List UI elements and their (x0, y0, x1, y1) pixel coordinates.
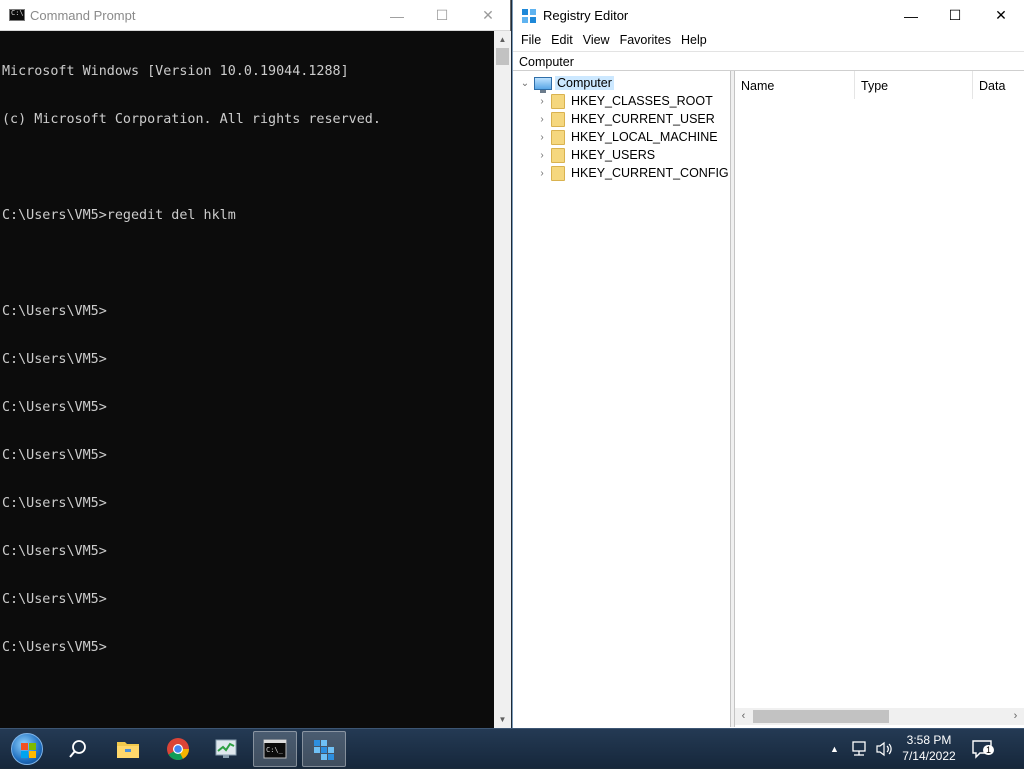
task-manager-icon[interactable] (205, 731, 249, 767)
tree-node-label: HKEY_LOCAL_MACHINE (571, 130, 718, 144)
clock-time: 3:58 PM (906, 733, 952, 747)
chevron-up-icon: ▲ (830, 744, 839, 754)
folder-icon (551, 129, 565, 145)
network-icon[interactable] (851, 729, 869, 769)
regedit-menubar: File Edit View Favorites Help (513, 31, 1024, 50)
chevron-right-icon[interactable]: › (535, 114, 549, 125)
console-line: (c) Microsoft Corporation. All rights re… (2, 112, 381, 127)
menu-help[interactable]: Help (676, 31, 712, 50)
regedit-close-button[interactable]: ✕ (978, 0, 1024, 31)
console-line: C:\Users\VM5>regedit del hklm (2, 208, 236, 223)
scroll-left-arrow-icon[interactable]: ‹ (735, 708, 752, 725)
console-line: C:\Users\VM5> (2, 592, 107, 607)
notification-center-button[interactable]: 1 (972, 729, 995, 769)
chevron-right-icon[interactable]: › (535, 132, 549, 143)
folder-icon (551, 93, 565, 109)
chevron-down-icon[interactable]: ⌄ (518, 78, 532, 89)
start-orb (11, 733, 43, 765)
console-line: Microsoft Windows [Version 10.0.19044.12… (2, 64, 349, 79)
menu-view[interactable]: View (578, 31, 615, 50)
folder-icon (551, 165, 565, 181)
scroll-thumb[interactable] (496, 48, 509, 65)
registry-tree[interactable]: ⌄ Computer › HKEY_CLASSES_ROOT › HKEY_CU… (513, 71, 731, 727)
column-header-name[interactable]: Name (735, 71, 855, 99)
cmd-close-button[interactable]: ✕ (465, 0, 511, 31)
taskbar: C:\_ ▲ 3:58 PM 7/14/2022 1 (0, 728, 1024, 768)
tree-node-hku[interactable]: › HKEY_USERS (535, 146, 655, 164)
regedit-minimize-button[interactable]: — (888, 0, 934, 31)
cmd-icon: C:\ (9, 9, 25, 21)
regedit-title: Registry Editor (543, 8, 629, 23)
show-hidden-icons-button[interactable]: ▲ (830, 729, 839, 769)
computer-icon (534, 76, 552, 93)
cmd-titlebar[interactable]: C:\ Command Prompt — ☐ ✕ (0, 0, 510, 31)
console-line: C:\Users\VM5> (2, 448, 107, 463)
tree-node-hkcc[interactable]: › HKEY_CURRENT_CONFIG (535, 164, 729, 182)
scroll-up-arrow-icon[interactable]: ▲ (494, 31, 511, 48)
search-icon[interactable] (56, 731, 100, 767)
menu-file[interactable]: File (516, 31, 546, 50)
folder-icon (551, 147, 565, 163)
column-header-type[interactable]: Type (855, 71, 973, 99)
scroll-thumb[interactable] (753, 710, 889, 723)
console-prompt-line: C:\Users\VM5> (2, 640, 107, 655)
console-line: C:\Users\VM5> (2, 496, 107, 511)
regedit-taskbar-icon[interactable] (302, 731, 346, 767)
file-explorer-icon[interactable] (106, 731, 150, 767)
console-line: C:\Users\VM5> (2, 352, 107, 367)
scroll-right-arrow-icon[interactable]: › (1007, 708, 1024, 725)
cmd-taskbar-icon[interactable]: C:\_ (253, 731, 297, 767)
tree-node-label: HKEY_CURRENT_CONFIG (571, 166, 729, 180)
cmd-console-output[interactable]: Microsoft Windows [Version 10.0.19044.12… (0, 31, 494, 728)
cmd-maximize-button[interactable]: ☐ (419, 0, 465, 31)
notification-count-badge: 1 (983, 745, 995, 755)
cmd-title: Command Prompt (30, 8, 136, 23)
menu-favorites[interactable]: Favorites (615, 31, 676, 50)
values-horizontal-scrollbar[interactable]: ‹ › (735, 708, 1024, 725)
console-line: C:\Users\VM5> (2, 544, 107, 559)
chevron-right-icon[interactable]: › (535, 96, 549, 107)
column-header-data[interactable]: Data (973, 71, 1024, 99)
regedit-icon (522, 9, 537, 23)
tree-node-label: HKEY_USERS (571, 148, 656, 162)
tree-node-computer[interactable]: ⌄ Computer (518, 74, 614, 93)
tree-node-label: Computer (555, 76, 614, 90)
scroll-down-arrow-icon[interactable]: ▼ (494, 711, 511, 728)
console-line: C:\Users\VM5> (2, 400, 107, 415)
chevron-right-icon[interactable]: › (535, 150, 549, 161)
regedit-maximize-button[interactable]: ☐ (932, 0, 978, 31)
regedit-window[interactable]: Registry Editor — ☐ ✕ File Edit View Fav… (512, 0, 1024, 728)
volume-icon[interactable] (875, 729, 895, 769)
tree-node-hkcr[interactable]: › HKEY_CLASSES_ROOT (535, 92, 713, 110)
cmd-minimize-button[interactable]: — (374, 0, 420, 31)
chevron-right-icon[interactable]: › (535, 168, 549, 179)
tree-node-label: HKEY_CURRENT_USER (571, 112, 715, 126)
address-bar[interactable]: Computer (513, 51, 1024, 71)
values-list[interactable]: Name Type Data (735, 71, 1024, 727)
cmd-vertical-scrollbar[interactable]: ▲ ▼ (494, 31, 511, 728)
menu-edit[interactable]: Edit (546, 31, 578, 50)
tree-node-hklm[interactable]: › HKEY_LOCAL_MACHINE (535, 128, 718, 146)
cmd-window[interactable]: C:\ Command Prompt — ☐ ✕ Microsoft Windo… (0, 0, 511, 728)
tree-node-label: HKEY_CLASSES_ROOT (571, 94, 713, 108)
folder-icon (551, 111, 565, 127)
tree-node-hkcu[interactable]: › HKEY_CURRENT_USER (535, 110, 715, 128)
start-button[interactable] (5, 731, 49, 767)
svg-text:C:\_: C:\_ (266, 746, 284, 754)
chrome-icon[interactable] (156, 731, 200, 767)
regedit-titlebar[interactable]: Registry Editor — ☐ ✕ (513, 0, 1024, 31)
console-line: C:\Users\VM5> (2, 304, 107, 319)
taskbar-clock[interactable]: 3:58 PM 7/14/2022 (898, 732, 960, 764)
clock-date: 7/14/2022 (902, 749, 956, 763)
